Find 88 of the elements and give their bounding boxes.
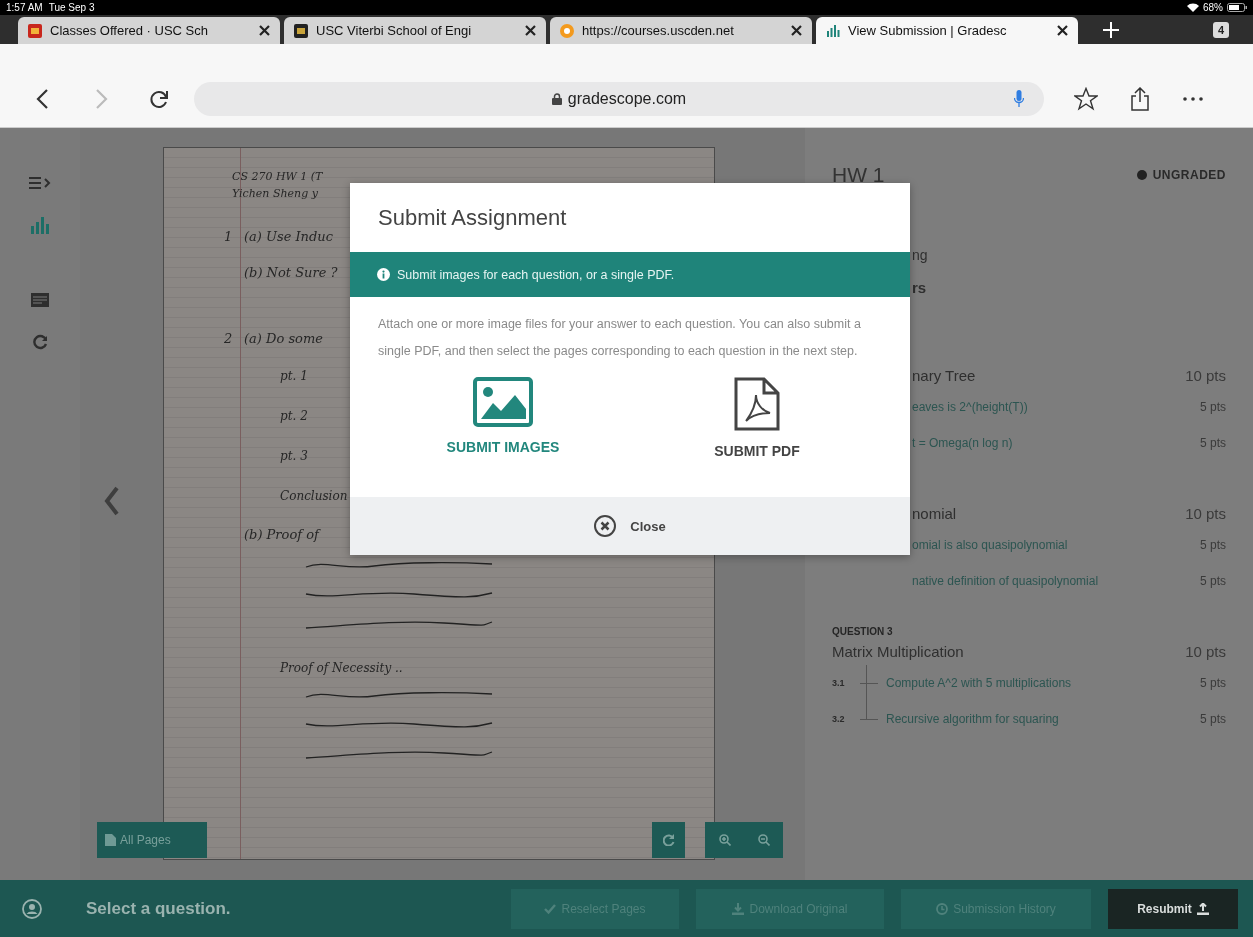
circle-icon	[560, 23, 574, 38]
question-title: nary Tree	[912, 366, 976, 384]
handwritten-text: (a) Do some	[244, 330, 323, 346]
footer-prompt: Select a question.	[86, 898, 231, 919]
close-button[interactable]: Close	[594, 515, 666, 537]
check-icon	[544, 902, 557, 915]
dialog-title: Submit Assignment	[378, 204, 567, 231]
question-points: 5 pts	[1200, 400, 1226, 414]
question-points: 5 pts	[1200, 712, 1226, 726]
status-dot	[1136, 170, 1147, 180]
logo-icon	[294, 23, 308, 38]
battery-percent: 68%	[1203, 2, 1223, 13]
question-number: 3.2	[832, 714, 846, 724]
pdf-file-icon	[734, 377, 780, 431]
more-icon	[1182, 97, 1204, 101]
question-points: 10 pts	[1185, 366, 1226, 384]
handwritten-number: 1	[224, 228, 234, 244]
handwritten-text: CS 270 HW 1 (T	[232, 170, 323, 183]
handwritten-text: Proof of Necessity ..	[280, 661, 403, 675]
question-points: 5 pts	[1200, 538, 1226, 552]
question-points: 5 pts	[1200, 436, 1226, 450]
handwritten-text: (a) Use Induc	[244, 228, 333, 244]
image-icon	[473, 377, 533, 427]
close-icon[interactable]	[791, 25, 802, 36]
info-icon	[377, 268, 390, 281]
zoom-out-icon	[757, 834, 770, 846]
assignment-detail: rs	[912, 278, 927, 296]
all-pages-button[interactable]: All Pages	[97, 822, 207, 858]
sidebar-item[interactable]	[30, 292, 50, 308]
question-points: 5 pts	[1200, 676, 1226, 690]
footer-button[interactable]: Resubmit	[1108, 888, 1238, 929]
new-tab-button[interactable]	[1102, 20, 1120, 39]
question-number: 3.1	[832, 678, 846, 688]
question-points: 10 pts	[1185, 504, 1226, 522]
bar-chart-icon	[826, 23, 840, 38]
chevron-left-icon	[104, 486, 120, 516]
tab-count-button[interactable]: 4	[1213, 21, 1229, 38]
user-circle-icon	[22, 898, 42, 919]
browser-tab[interactable]: View Submission | Gradesc	[816, 17, 1078, 44]
close-icon	[594, 515, 617, 537]
handwritten-text: pt. 1	[280, 369, 308, 383]
question-title: Matrix Multiplication	[832, 642, 964, 660]
info-text: Submit images for each question, or a single PDF.	[397, 267, 675, 282]
lock-icon	[551, 93, 562, 105]
assignment-detail: ng	[912, 247, 928, 263]
upload-icon	[1196, 902, 1209, 915]
rotate-icon	[662, 834, 675, 846]
reload-icon	[148, 88, 170, 110]
sidebar-item[interactable]	[28, 176, 52, 190]
rotate-button[interactable]	[652, 822, 685, 858]
address-field[interactable]: gradescope.com	[194, 82, 1044, 116]
handwritten-text: Conclusion	[280, 489, 348, 503]
share-icon	[1130, 87, 1150, 111]
browser-tab[interactable]: https://courses.uscden.net	[550, 17, 812, 44]
question-title: nomial	[912, 504, 957, 522]
browser-tab[interactable]: Classes Offered · USC Sch	[18, 17, 280, 44]
handwritten-number: 2	[224, 330, 234, 346]
logo-icon	[28, 23, 42, 38]
submit-option[interactable]: SUBMIT PDF	[714, 377, 800, 459]
clock-icon	[936, 902, 949, 915]
battery-icon	[1227, 3, 1247, 12]
question-points: 5 pts	[1200, 574, 1226, 588]
handwritten-text: (b) Not Sure ?	[244, 264, 338, 280]
star-icon	[1074, 87, 1098, 111]
status-date: Tue Sep 3	[48, 2, 95, 13]
submit-option[interactable]: SUBMIT IMAGES	[446, 377, 560, 459]
question-points: 10 pts	[1185, 642, 1226, 660]
microphone-icon	[1014, 90, 1024, 108]
question-label: QUESTION 3	[832, 626, 893, 637]
handwritten-text: (b) Proof of	[244, 526, 319, 542]
close-icon[interactable]	[259, 25, 270, 36]
handwritten-text: pt. 2	[280, 409, 308, 423]
file-icon	[105, 834, 116, 846]
grading-status: UNGRADED	[1152, 168, 1226, 182]
plus-icon	[1102, 20, 1120, 39]
browser-tab[interactable]: USC Viterbi School of Engi	[284, 17, 546, 44]
close-icon[interactable]	[1057, 25, 1068, 36]
wifi-icon	[1187, 3, 1199, 12]
previous-page-button[interactable]	[104, 486, 120, 516]
dialog-description: Attach one or more image files for your answer to each question. You can also submit a single PDF, and then select the pages corresponding to each question in the next step.	[378, 316, 862, 360]
close-icon[interactable]	[525, 25, 536, 36]
handwritten-text: pt. 3	[280, 449, 308, 463]
handwritten-text: Yichen Sheng y	[232, 187, 318, 200]
status-time: 1:57 AM	[6, 2, 43, 13]
zoom-in-icon	[718, 834, 731, 846]
sidebar-item[interactable]	[32, 334, 48, 350]
download-icon	[732, 902, 745, 915]
assignment-title: HW 1	[832, 163, 885, 187]
